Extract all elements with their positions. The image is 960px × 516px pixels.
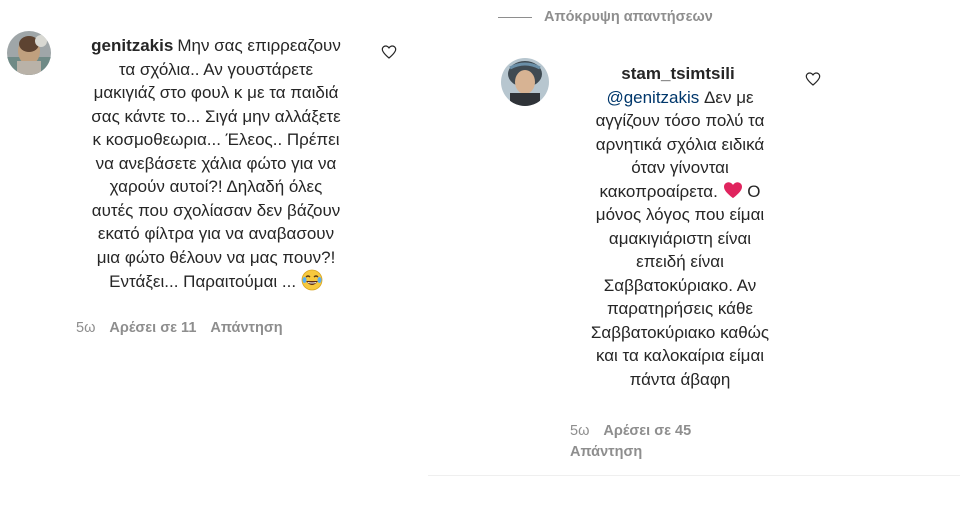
comment-line: genitzakis Μην σας επιρρεαζουν [68, 34, 364, 58]
section-divider [428, 475, 960, 476]
comment-likes-count[interactable]: Αρέσει σε 11 [109, 320, 196, 336]
reply-line: κακοπροαίρετα. Ο [564, 180, 796, 204]
reply-reply-button[interactable]: Απάντηση [570, 444, 642, 460]
reply-line-text: Ο [747, 181, 761, 201]
reply-username[interactable]: stam_tsimtsili [621, 64, 734, 83]
reply-line-text: αμακιγιάριστη είναι [608, 228, 752, 248]
reply-line-text: και τα καλοκαίρια είμαι [595, 346, 765, 365]
comment-time[interactable]: 5ω [76, 320, 95, 336]
like-heart-icon[interactable] [381, 44, 397, 60]
comment-line-text: σας κάντε το... Σιγά μην αλλάξετε [91, 106, 341, 126]
hide-replies-label: Απόκρυψη απαντήσεων [544, 9, 713, 25]
reply-text: stam_tsimtsili @genitzakis Δεν με αγγίζο… [564, 62, 796, 391]
comment-line-text: τα σχόλια.. Αν γουστάρετε [118, 59, 314, 79]
reply-line: @genitzakis Δεν με [564, 86, 796, 110]
comment-meta: 5ω Αρέσει σε 11 Απάντηση [76, 320, 283, 336]
comment-line-text: κ κοσμοθεωρια... Έλεος.. Πρέπει [92, 130, 340, 149]
reply-line-text: Σαββατοκύριακο. Αν [603, 275, 757, 295]
face-with-tears-of-joy-icon [301, 269, 323, 291]
avatar-photo-icon [501, 58, 549, 106]
reply-line-text: επειδή είναι [636, 252, 724, 271]
reply-line-text: πάντα άβαφη [629, 369, 731, 389]
comment-line-text: Εντάξει... Παραιτούμαι ... [109, 272, 297, 291]
comment-line-text: εκατό φίλτρα για να αναβασουν [97, 224, 335, 243]
comment-line-text: αυτές που σχολίασαν δεν βάζουν [91, 200, 341, 220]
reply-line-text: κακοπροαίρετα. [599, 181, 718, 201]
reply-line-text: παρατηρήσεις κάθε [606, 299, 754, 318]
comment-username[interactable]: genitzakis [91, 36, 173, 55]
reply-line-text: όταν γίνονται [631, 158, 729, 177]
comment-line-text: μακιγιάζ στο φουλ κ με τα παιδιά [93, 83, 339, 102]
hide-replies-divider-line [498, 16, 532, 18]
reply-avatar[interactable] [501, 58, 549, 106]
like-heart-icon[interactable] [805, 71, 821, 87]
red-heart-icon [723, 181, 742, 198]
reply-likes-count[interactable]: Αρέσει σε 45 [603, 423, 691, 439]
hide-replies-button[interactable]: Απόκρυψη απαντήσεων [498, 7, 713, 27]
avatar-photo-icon [7, 31, 51, 75]
comment-line-text: να ανεβάσετε χάλια φώτο για να [95, 153, 337, 173]
reply-line-text: μόνος λόγος που είμαι [595, 205, 765, 224]
comment-reply-button[interactable]: Απάντηση [210, 320, 282, 336]
reply-line-text: αγγίζουν τόσο πολύ τα [595, 111, 765, 130]
comment-text: genitzakis Μην σας επιρρεαζουν τα σχόλια.… [68, 34, 364, 294]
comment-line-text: Μην σας επιρρεαζουν [177, 36, 341, 55]
reply-meta: 5ω Αρέσει σε 45 Απάντηση [570, 421, 740, 463]
comment-line-text: μια φώτο θέλουν να μας πουν?! [96, 247, 336, 267]
reply-time[interactable]: 5ω [570, 423, 589, 439]
reply-username-line: stam_tsimtsili [564, 62, 796, 86]
reply-line-text: αρνητικά σχόλια ειδικά [595, 134, 765, 154]
reply-mention-link[interactable]: @genitzakis [606, 88, 699, 107]
reply-line-text: Δεν με [704, 87, 754, 107]
comment-line: Εντάξει... Παραιτούμαι ... [68, 269, 364, 294]
comment-avatar[interactable] [7, 31, 51, 75]
reply-line-text: Σαββατοκύριακο καθώς [590, 322, 770, 342]
comment-line-text: χαρούν αυτοί?! Δηλαδή όλες [109, 177, 323, 196]
